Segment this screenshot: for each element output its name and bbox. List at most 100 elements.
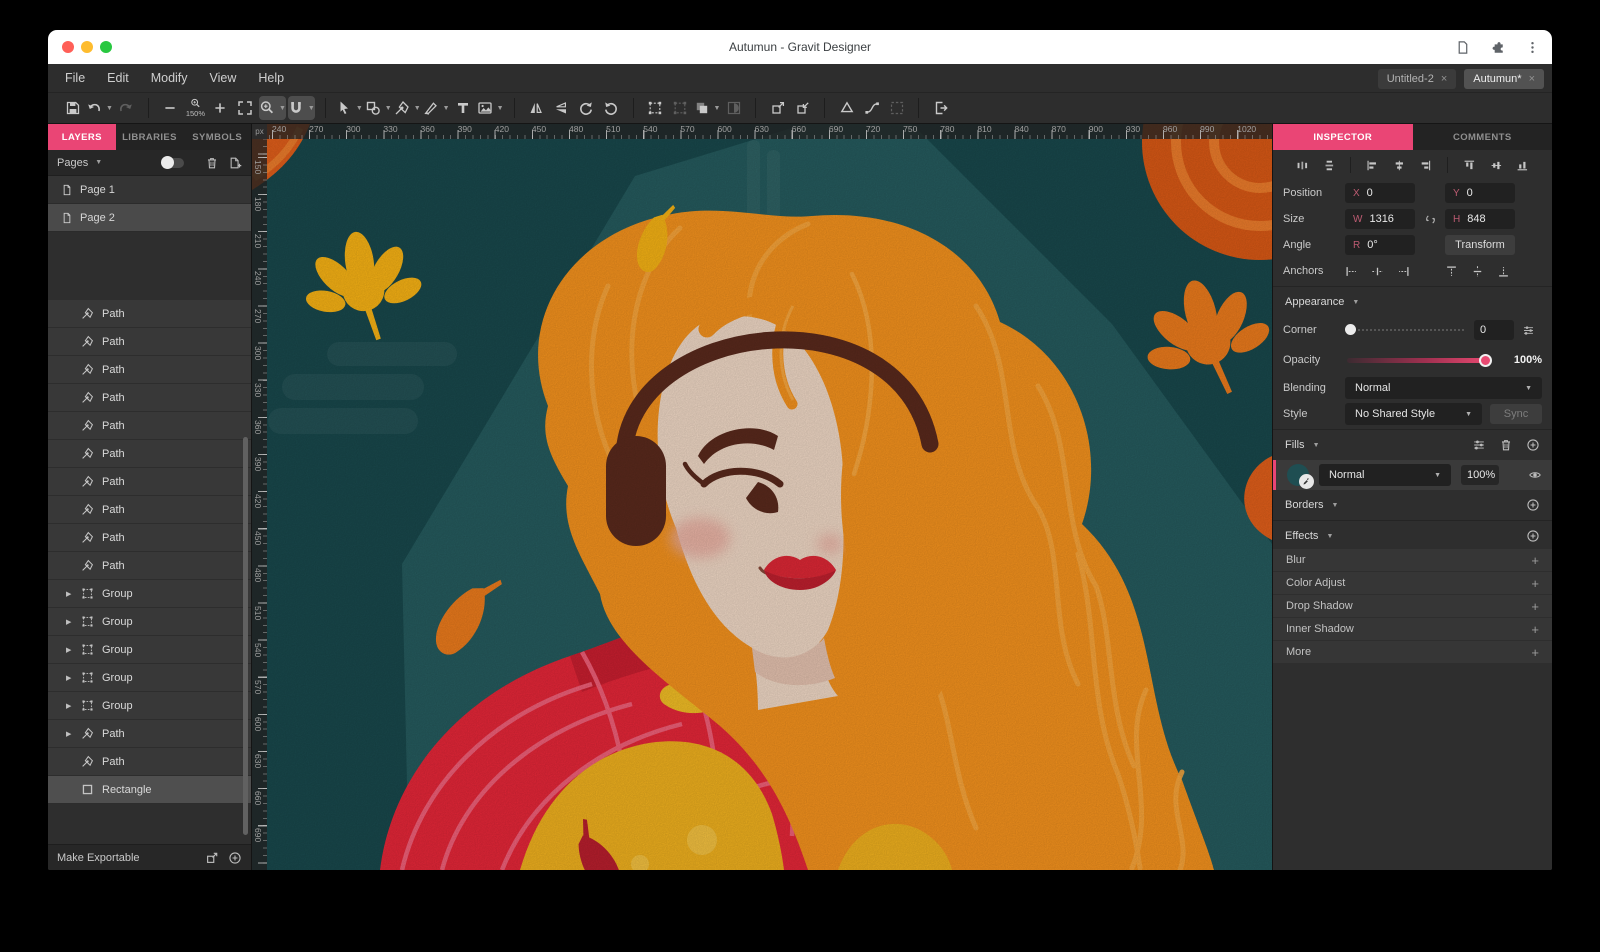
size-height-field[interactable]: H848 [1445,209,1515,229]
fill-blend-select[interactable]: Normal▼ [1319,464,1451,486]
rotate-ccw-button[interactable] [575,96,598,120]
al-t-icon[interactable] [1463,158,1476,173]
page-row[interactable]: Page 1 [48,176,251,204]
expand-caret-icon[interactable]: ▶ [66,702,75,710]
expand-caret-icon[interactable]: ▶ [66,590,75,598]
add-page-icon[interactable] [228,156,242,170]
an-l-icon[interactable] [1345,265,1358,278]
fill-row[interactable]: Normal▼ 100% [1273,460,1552,490]
an-b-icon[interactable] [1497,265,1510,278]
menu-item[interactable]: View [199,71,248,85]
sync-button[interactable]: Sync [1490,404,1542,424]
canvas-area[interactable]: 2402703003303603904204504805105405706006… [252,124,1272,870]
smooth-path-button[interactable] [860,96,883,120]
ungroup-button[interactable] [669,96,692,120]
style-select[interactable]: No Shared Style▼ [1345,403,1482,425]
chevron-down-icon[interactable]: ▼ [279,105,286,112]
layer-row[interactable]: ▶ Path [48,748,251,776]
export-button[interactable] [929,96,952,120]
add-effect-plus-icon[interactable]: + [1531,599,1539,614]
trash-icon[interactable] [1499,438,1513,452]
image-tool-button[interactable]: ▼ [477,96,504,120]
effect-row-color-adjust[interactable]: Color Adjust+ [1273,572,1552,594]
layer-row[interactable]: ▶ Path [48,384,251,412]
zoom-percent-button[interactable]: 150% [184,96,207,120]
effect-row-blur[interactable]: Blur+ [1273,549,1552,571]
layer-row[interactable]: ▶ Path [48,328,251,356]
effect-row-more[interactable]: More+ [1273,641,1552,663]
layer-row[interactable]: ▶ Group [48,608,251,636]
layer-row[interactable]: ▶ Path [48,300,251,328]
menu-item[interactable]: Modify [140,71,199,85]
group-button[interactable] [644,96,667,120]
an-ch-icon[interactable] [1371,265,1384,278]
size-width-field[interactable]: W1316 [1345,209,1415,229]
corner-options-icon[interactable] [1522,324,1535,337]
shape-tool-button[interactable]: ▼ [365,96,392,120]
layer-row[interactable]: ▶ Rectangle [48,776,251,804]
layers-scrollbar[interactable] [243,437,248,835]
chevron-down-icon[interactable]: ▼ [497,105,504,112]
chevron-down-icon[interactable]: ▼ [385,105,392,112]
add-effect-plus-icon[interactable]: + [1531,576,1539,591]
page-row[interactable]: Page 2 [48,204,251,232]
knife-tool-button[interactable]: ▼ [423,96,450,120]
chevron-down-icon[interactable]: ▼ [414,105,421,112]
menu-item[interactable]: File [54,71,96,85]
fill-opacity-field[interactable]: 100% [1461,465,1499,485]
layer-row[interactable]: ▶ Path [48,356,251,384]
mask-button[interactable] [722,96,745,120]
boolean-ops-button[interactable]: ▼ [694,96,721,120]
layer-row[interactable]: ▶ Path [48,440,251,468]
trash-icon[interactable] [205,156,219,170]
pen-tool-button[interactable]: ▼ [394,96,421,120]
pages-toggle[interactable] [163,158,184,168]
tab-inspector[interactable]: INSPECTOR [1273,124,1413,150]
document-tab[interactable]: Autumun*× [1464,69,1544,89]
an-cv-icon[interactable] [1471,265,1484,278]
add-effect-icon[interactable] [1526,529,1540,543]
al-dh-icon[interactable] [1296,158,1309,173]
link-dimensions-icon[interactable] [1424,213,1437,226]
expand-caret-icon[interactable]: ▶ [66,646,75,654]
zoom-out-button[interactable] [159,96,182,120]
tab-layers[interactable]: LAYERS [48,124,116,150]
opacity-slider[interactable] [1347,358,1490,363]
close-tab-icon[interactable]: × [1529,73,1535,85]
an-r-icon[interactable] [1397,265,1410,278]
effect-row-drop-shadow[interactable]: Drop Shadow+ [1273,595,1552,617]
chevron-down-icon[interactable]: ▼ [356,105,363,112]
al-ch-icon[interactable] [1393,158,1406,173]
al-b-icon[interactable] [1516,158,1529,173]
blending-select[interactable]: Normal▼ [1345,377,1542,399]
fill-color-swatch[interactable] [1287,464,1309,486]
position-y-field[interactable]: Y0 [1445,183,1515,203]
al-dv-icon[interactable] [1323,158,1336,173]
save-button[interactable] [61,96,84,120]
chevron-down-icon[interactable]: ▼ [443,105,450,112]
fills-header[interactable]: Fills▼ [1273,432,1552,458]
angle-field[interactable]: R0° [1345,235,1415,255]
menu-item[interactable]: Help [247,71,295,85]
al-r-icon[interactable] [1419,158,1432,173]
rotate-cw-button[interactable] [600,96,623,120]
zoom-in-button[interactable] [209,96,232,120]
send-backward-button[interactable] [791,96,814,120]
corner-value-field[interactable]: 0 [1474,320,1514,340]
chevron-down-icon[interactable]: ▼ [308,105,315,112]
position-x-field[interactable]: X0 [1345,183,1415,203]
chevron-down-icon[interactable]: ▼ [106,105,113,112]
vertical-ruler[interactable]: 1501802102402703003303603904204504805105… [252,124,267,870]
corner-slider[interactable] [1347,329,1464,331]
document-tab[interactable]: Untitled-2× [1378,69,1457,89]
appearance-header[interactable]: Appearance▼ [1273,289,1552,315]
expand-caret-icon[interactable]: ▶ [66,618,75,626]
redo-button[interactable] [115,96,138,120]
undo-button[interactable]: ▼ [86,96,113,120]
kebab-menu-icon[interactable] [1525,40,1540,55]
select-tool-button[interactable]: ▼ [336,96,363,120]
layer-row[interactable]: ▶ Path [48,496,251,524]
eyedropper-icon[interactable] [1299,474,1314,489]
fill-visibility-eye-icon[interactable] [1528,468,1542,482]
add-border-icon[interactable] [1526,498,1540,512]
